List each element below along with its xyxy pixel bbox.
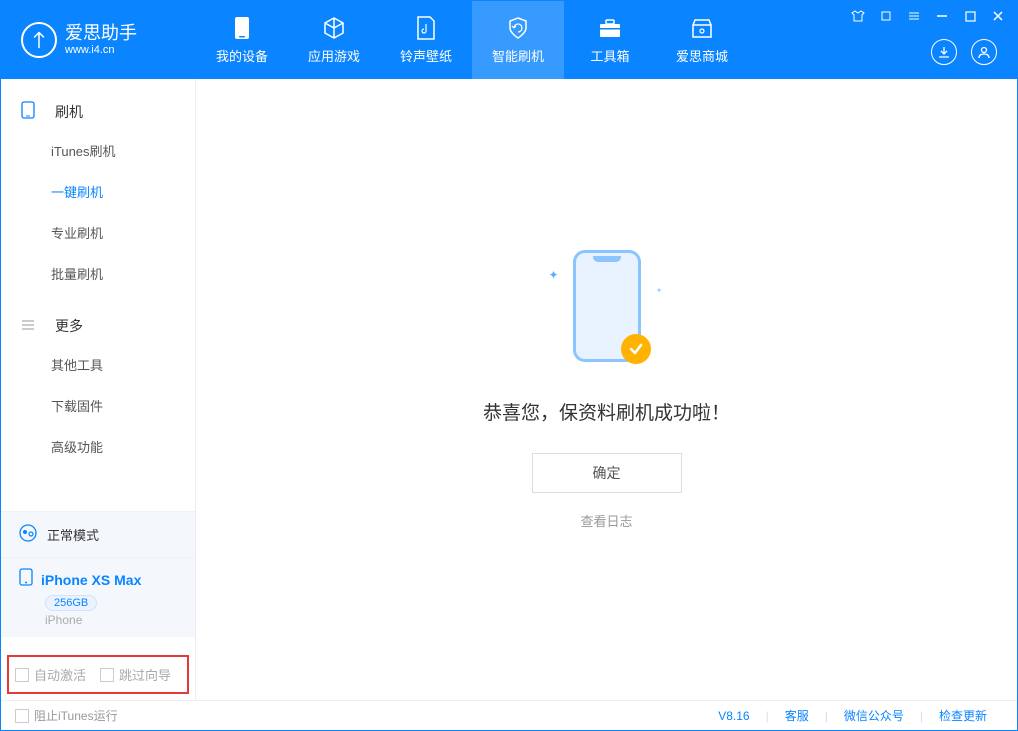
sparkle-icon: ✦: [656, 286, 663, 295]
phone-icon: [21, 101, 45, 122]
close-button[interactable]: [989, 7, 1007, 25]
maximize-button[interactable]: [961, 7, 979, 25]
check-update-link[interactable]: 检查更新: [923, 707, 1003, 724]
app-logo-icon: [21, 22, 57, 58]
window-controls: [849, 7, 1007, 25]
view-log-link[interactable]: 查看日志: [580, 511, 632, 530]
ok-button[interactable]: 确定: [532, 453, 682, 493]
logo-area: 爱思助手 www.i4.cn: [1, 22, 196, 58]
support-link[interactable]: 客服: [769, 707, 825, 724]
store-icon: [690, 15, 714, 41]
auto-activate-checkbox[interactable]: 自动激活: [15, 665, 86, 684]
success-illustration: ✦ ✦: [537, 250, 677, 370]
sidebar-item-download-firmware[interactable]: 下载固件: [1, 385, 195, 426]
success-check-icon: [621, 334, 651, 364]
sidebar-item-pro-flash[interactable]: 专业刷机: [1, 212, 195, 253]
device-name: iPhone XS Max: [41, 572, 141, 588]
sidebar-section-more: 更多: [1, 308, 195, 344]
sidebar-item-batch-flash[interactable]: 批量刷机: [1, 253, 195, 294]
tab-my-device[interactable]: 我的设备: [196, 1, 288, 79]
shirt-icon[interactable]: [849, 7, 867, 25]
highlighted-options-box: 自动激活 跳过向导: [7, 655, 189, 694]
music-file-icon: [416, 15, 436, 41]
user-icon[interactable]: [971, 39, 997, 65]
download-icon[interactable]: [931, 39, 957, 65]
status-bar: 阻止iTunes运行 V8.16 | 客服 | 微信公众号 | 检查更新: [1, 700, 1017, 730]
refresh-shield-icon: [506, 15, 530, 41]
skip-guide-checkbox[interactable]: 跳过向导: [100, 665, 171, 684]
sidebar-item-itunes-flash[interactable]: iTunes刷机: [1, 130, 195, 171]
tab-ringtones-wallpapers[interactable]: 铃声壁纸: [380, 1, 472, 79]
device-type: iPhone: [45, 613, 177, 627]
wechat-link[interactable]: 微信公众号: [828, 707, 920, 724]
sidebar-section-flash: 刷机: [1, 93, 195, 130]
device-capacity: 256GB: [45, 595, 97, 611]
tab-toolbox[interactable]: 工具箱: [564, 1, 656, 79]
pin-icon[interactable]: [877, 7, 895, 25]
cube-icon: [322, 15, 346, 41]
device-phone-icon: [19, 568, 33, 591]
device-mode-box[interactable]: 正常模式: [1, 511, 195, 558]
device-icon: [234, 15, 250, 41]
block-itunes-checkbox[interactable]: 阻止iTunes运行: [15, 707, 118, 724]
toolbox-icon: [598, 15, 622, 41]
version-label: V8.16: [718, 709, 765, 723]
header-tabs: 我的设备 应用游戏 铃声壁纸 智能刷机 工具箱 爱思商城: [196, 1, 748, 79]
sparkle-icon: ✦: [549, 268, 559, 282]
app-subtitle: www.i4.cn: [65, 44, 137, 56]
header-right-icons: [931, 39, 997, 65]
sidebar-item-oneclick-flash[interactable]: 一键刷机: [1, 171, 195, 212]
device-info-box[interactable]: iPhone XS Max 256GB iPhone: [1, 558, 195, 637]
tab-smart-flash[interactable]: 智能刷机: [472, 1, 564, 79]
minimize-button[interactable]: [933, 7, 951, 25]
menu-icon[interactable]: [905, 7, 923, 25]
app-header: 爱思助手 www.i4.cn 我的设备 应用游戏 铃声壁纸 智能刷机 工具箱 爱…: [1, 1, 1017, 79]
app-title: 爱思助手: [65, 24, 137, 44]
success-message: 恭喜您，保资料刷机成功啦！: [483, 398, 730, 425]
tab-apps-games[interactable]: 应用游戏: [288, 1, 380, 79]
tab-store[interactable]: 爱思商城: [656, 1, 748, 79]
sidebar-item-other-tools[interactable]: 其他工具: [1, 344, 195, 385]
sidebar: 刷机 iTunes刷机 一键刷机 专业刷机 批量刷机 更多 其他工具 下载固件 …: [1, 79, 196, 700]
mode-icon: [19, 524, 37, 545]
main-content: ✦ ✦ 恭喜您，保资料刷机成功啦！ 确定 查看日志: [196, 79, 1017, 700]
list-icon: [21, 318, 45, 334]
sidebar-item-advanced[interactable]: 高级功能: [1, 426, 195, 467]
